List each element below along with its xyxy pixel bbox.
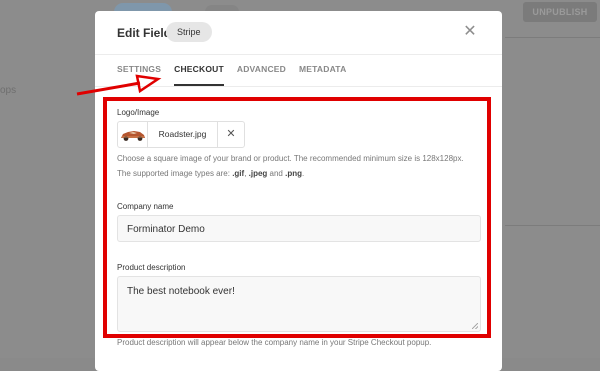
tab-checkout[interactable]: CHECKOUT: [174, 54, 224, 86]
divider: [505, 37, 600, 38]
product-description-help: Product description will appear below th…: [117, 338, 432, 347]
unpublish-button: UNPUBLISH: [523, 2, 597, 22]
highlight-box: [103, 97, 491, 338]
tab-advanced[interactable]: ADVANCED: [237, 54, 286, 86]
close-icon[interactable]: ✕: [462, 24, 478, 40]
pointer-arrow-icon: [76, 74, 162, 96]
divider: [505, 225, 600, 226]
field-type-badge: Stripe: [166, 22, 212, 42]
tab-metadata[interactable]: METADATA: [299, 54, 346, 86]
